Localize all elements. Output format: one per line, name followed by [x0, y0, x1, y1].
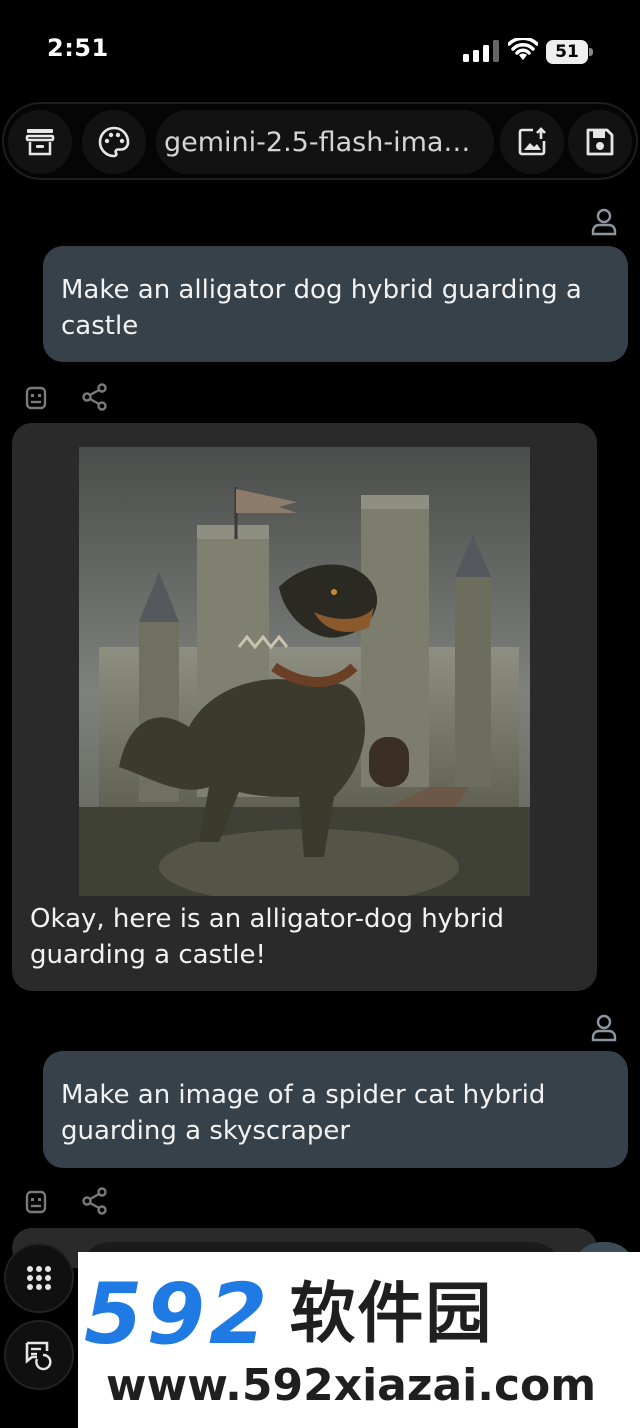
share-icon[interactable] — [80, 1186, 110, 1216]
save-button[interactable] — [568, 110, 632, 174]
theme-button[interactable] — [82, 110, 146, 174]
robot-icon — [25, 386, 47, 410]
chat-history-icon — [25, 1341, 52, 1371]
generated-image[interactable] — [79, 447, 530, 896]
user-message-bubble: Make an alligator dog hybrid guarding a … — [43, 246, 628, 362]
assistant-message-bubble: Okay, here is an alligator-dog hybrid gu… — [12, 423, 597, 991]
delete-icon — [25, 129, 55, 156]
assistant-header — [24, 1186, 124, 1216]
user-message-text: Make an image of a spider cat hybrid gua… — [61, 1080, 546, 1146]
model-selector[interactable]: gemini-2.5-flash-image-preview — [156, 110, 494, 174]
model-name: gemini-2.5-flash-image-preview — [164, 126, 486, 158]
user-message-bubble: Make an image of a spider cat hybrid gua… — [43, 1051, 628, 1168]
battery-level: 51 — [555, 42, 579, 62]
status-bar: 2:51 51 — [0, 0, 640, 100]
watermark-brand-number: 592 — [84, 1265, 272, 1363]
share-image-button[interactable] — [500, 110, 564, 174]
assistant-header — [24, 382, 124, 412]
cellular-signal-icon — [463, 40, 499, 62]
watermark-brand-cn: 软件园 — [289, 1275, 494, 1352]
top-toolbar: gemini-2.5-flash-image-preview — [2, 102, 638, 180]
user-avatar-icon — [591, 1014, 617, 1042]
clear-chat-button[interactable] — [8, 110, 72, 174]
palette-icon — [98, 126, 130, 158]
watermark-url: www.592xiazai.com — [106, 1360, 597, 1411]
image-upload-icon — [518, 127, 546, 156]
grid-icon — [27, 1266, 51, 1290]
chat-history-button[interactable] — [4, 1320, 74, 1390]
wifi-icon — [508, 38, 538, 60]
battery-icon: 51 — [546, 40, 594, 64]
user-avatar-icon — [591, 208, 617, 236]
user-message-text: Make an alligator dog hybrid guarding a … — [61, 275, 582, 341]
status-time: 2:51 — [47, 34, 109, 62]
watermark: 592 软件园 www.592xiazai.com — [78, 1252, 640, 1428]
apps-button[interactable] — [4, 1243, 74, 1313]
save-icon — [586, 128, 614, 156]
watermark-logo: 592 软件园 — [84, 1265, 634, 1363]
share-icon[interactable] — [80, 382, 110, 412]
robot-icon — [25, 1190, 47, 1214]
assistant-message-text: Okay, here is an alligator-dog hybrid gu… — [30, 904, 504, 970]
